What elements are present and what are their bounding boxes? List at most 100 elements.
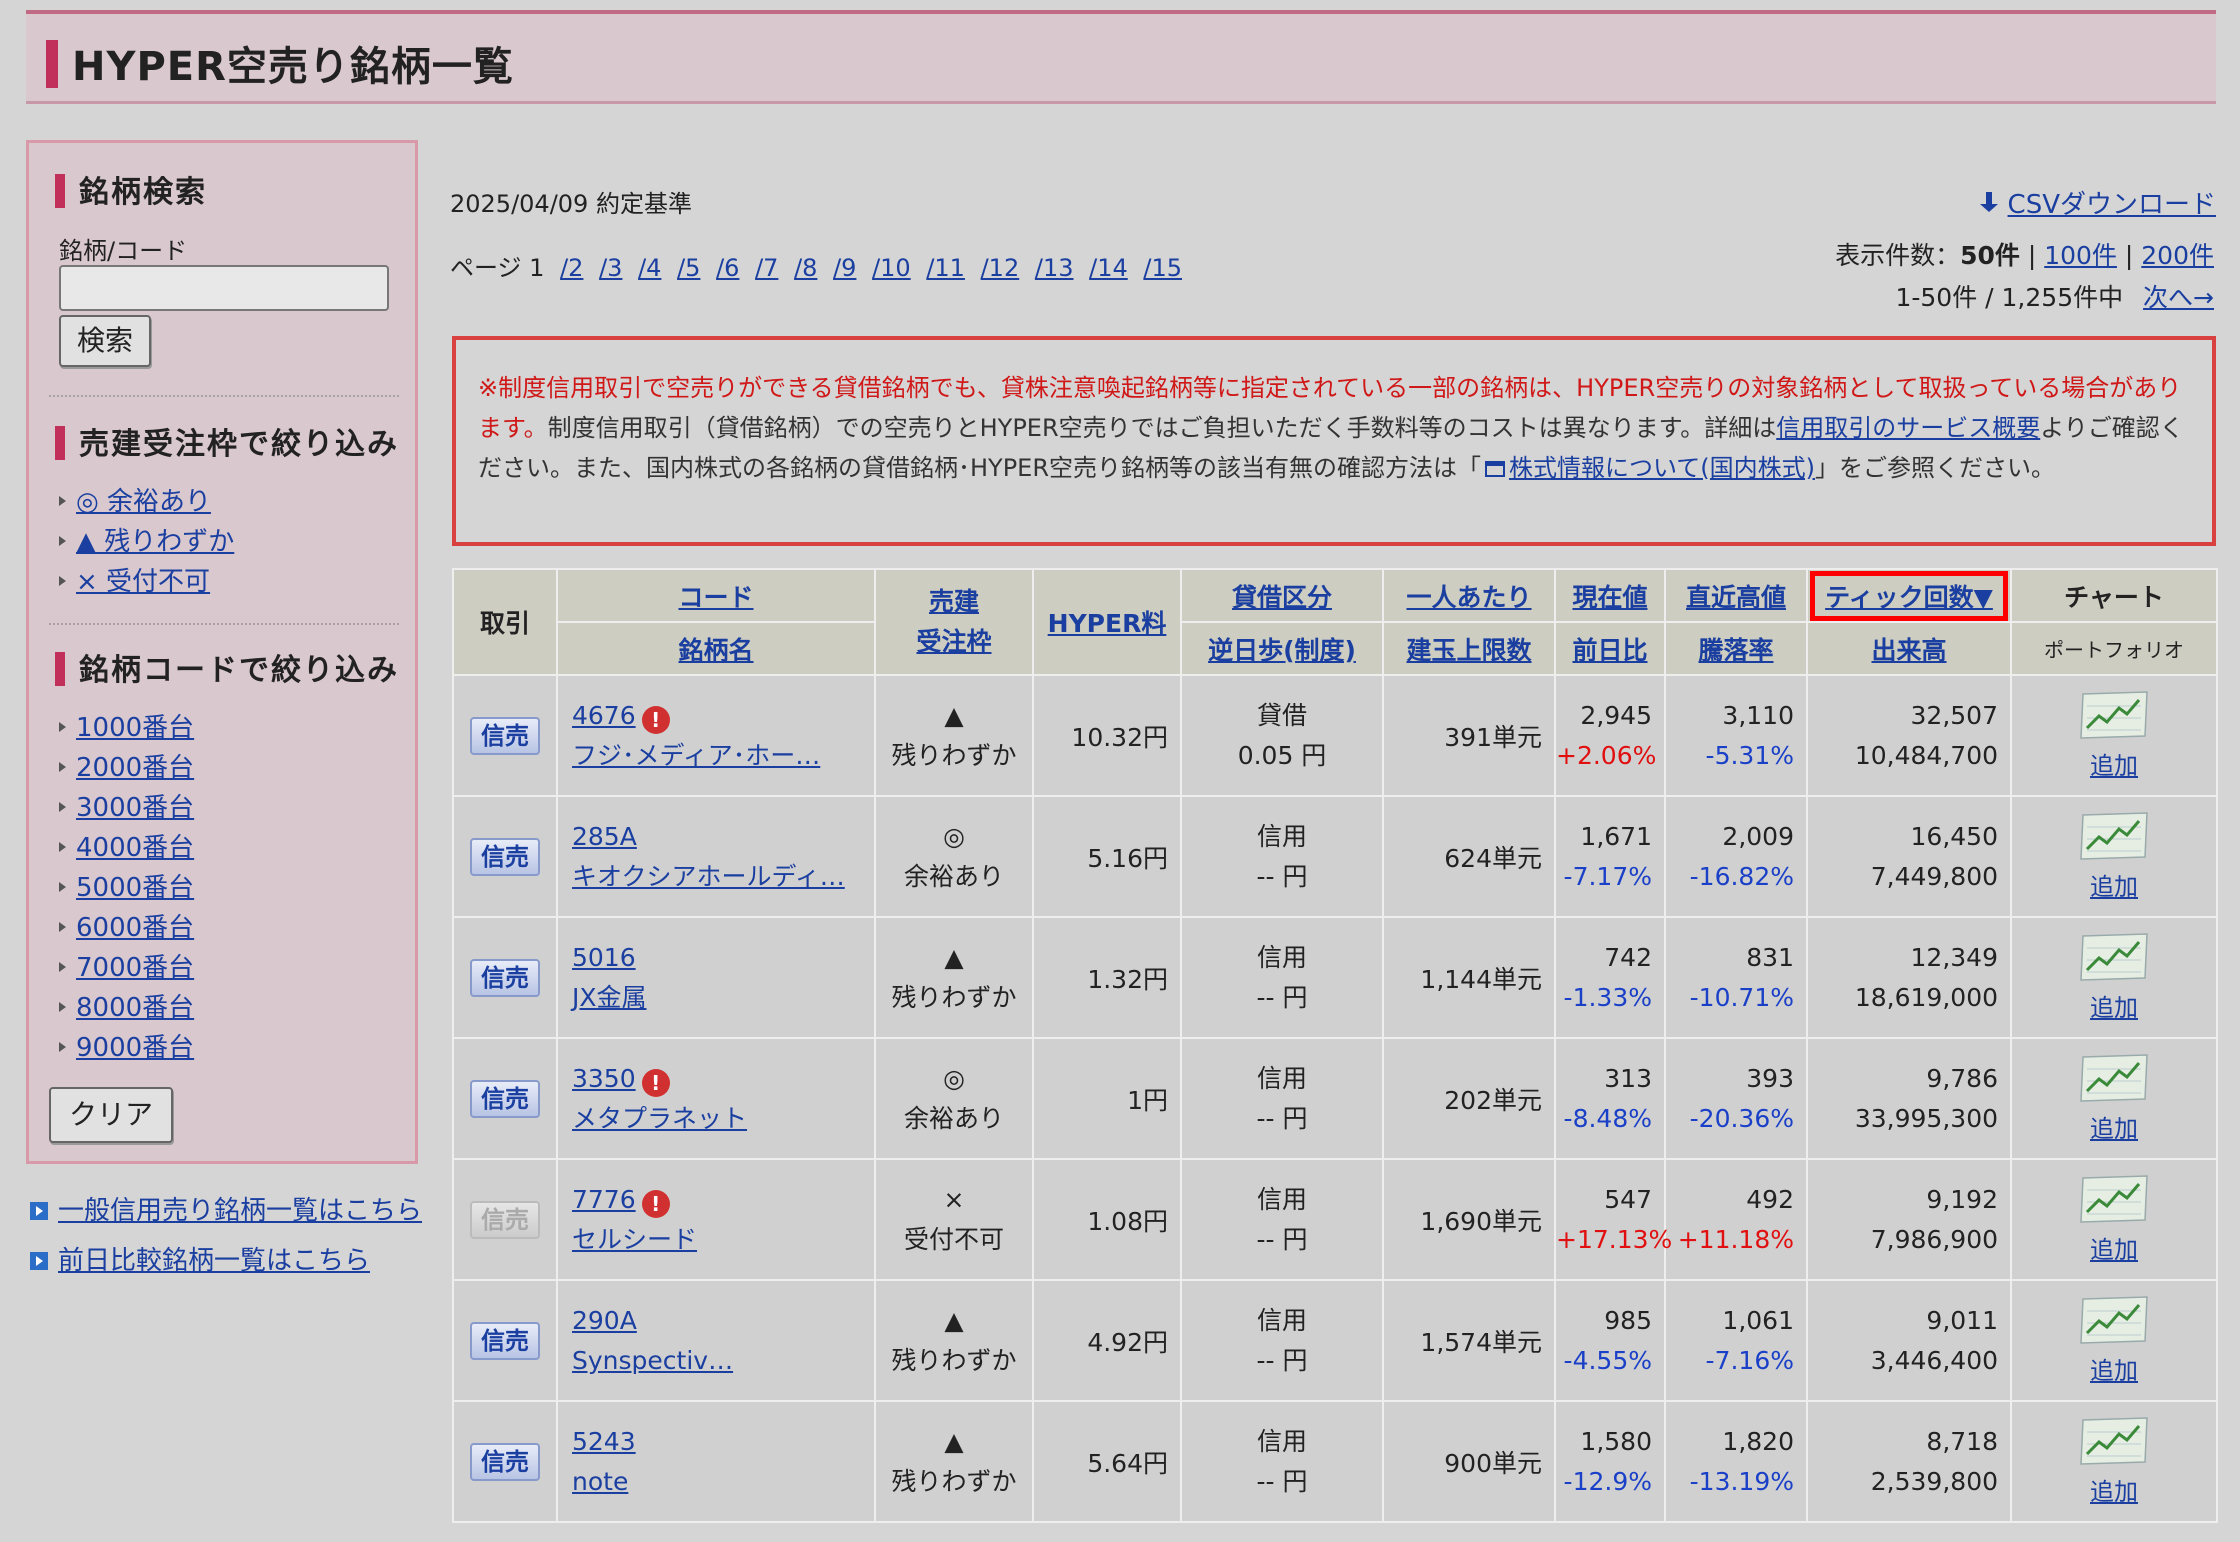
- filter-uketsukefuka[interactable]: × 受付不可: [59, 561, 210, 598]
- filter-code-8000[interactable]: 8000番台: [59, 987, 194, 1024]
- page-link-10[interactable]: /10: [872, 254, 911, 282]
- page-link-7[interactable]: /7: [755, 254, 778, 282]
- stock-name-link[interactable]: フジ･メディア･ホー…: [572, 741, 820, 770]
- page-link-5[interactable]: /5: [677, 254, 700, 282]
- header-volume[interactable]: 出来高: [1806, 621, 2012, 676]
- stock-name-link[interactable]: セルシード: [572, 1225, 697, 1254]
- filter-code-7000[interactable]: 7000番台: [59, 947, 194, 984]
- stock-name-link[interactable]: note: [572, 1467, 628, 1496]
- search-button[interactable]: 検索: [59, 315, 151, 367]
- chart-icon[interactable]: [2077, 932, 2151, 982]
- header-trade: 取引: [452, 568, 558, 676]
- page-link-9[interactable]: /9: [833, 254, 856, 282]
- header-tick-count[interactable]: ティック回数▼: [1806, 568, 2012, 623]
- stock-code-link[interactable]: 5243: [572, 1427, 636, 1456]
- page-link-13[interactable]: /13: [1035, 254, 1074, 282]
- per-page-100-link[interactable]: 100件: [2044, 241, 2117, 270]
- stock-code-link[interactable]: 4676: [572, 701, 636, 730]
- bullet-icon: [59, 1042, 66, 1052]
- filter-code-6000[interactable]: 6000番台: [59, 907, 194, 944]
- header-code[interactable]: コード: [556, 568, 876, 623]
- filter-code-9000[interactable]: 9000番台: [59, 1027, 194, 1064]
- page-link-11[interactable]: /11: [926, 254, 965, 282]
- add-portfolio-link[interactable]: 追加: [2090, 1478, 2138, 1506]
- header-per-person[interactable]: 一人あたり: [1382, 568, 1556, 623]
- stock-name-link[interactable]: キオクシアホールディ…: [572, 862, 845, 891]
- header-sell-quota[interactable]: 売建 受注枠: [874, 568, 1034, 676]
- tick-cell: 12,349 18,619,000: [1806, 916, 2012, 1039]
- header-lend-type[interactable]: 貸借区分: [1180, 568, 1384, 623]
- bullet-icon: [59, 576, 66, 586]
- header-position-limit[interactable]: 建玉上限数: [1382, 621, 1556, 676]
- quota-mark: ▲: [944, 1305, 964, 1335]
- stock-code-link[interactable]: 7776: [572, 1185, 636, 1214]
- heading-accent-bar: [55, 652, 65, 686]
- csv-download-link[interactable]: CSVダウンロード: [1979, 184, 2216, 221]
- chart-icon[interactable]: [2077, 690, 2151, 740]
- per-page-200-link[interactable]: 200件: [2141, 241, 2214, 270]
- stock-name-link[interactable]: メタプラネット: [572, 1104, 747, 1133]
- stock-code-link[interactable]: 285A: [572, 822, 637, 851]
- notice-text: 」をご参照ください。: [1815, 454, 2056, 482]
- previous-day-compare-link[interactable]: 前日比較銘柄一覧はこちら: [30, 1240, 370, 1277]
- general-credit-sell-link[interactable]: 一般信用売り銘柄一覧はこちら: [30, 1190, 422, 1227]
- sell-quota-cell: ▲ 残りわずか: [874, 1400, 1034, 1523]
- chart-cell: 追加: [2010, 916, 2218, 1039]
- page-link-15[interactable]: /15: [1143, 254, 1182, 282]
- add-portfolio-link[interactable]: 追加: [2090, 1236, 2138, 1264]
- header-name[interactable]: 銘柄名: [556, 621, 876, 676]
- add-portfolio-link[interactable]: 追加: [2090, 1357, 2138, 1385]
- page-link-8[interactable]: /8: [794, 254, 817, 282]
- add-portfolio-link[interactable]: 追加: [2090, 994, 2138, 1022]
- page-link-14[interactable]: /14: [1089, 254, 1128, 282]
- credit-sell-button[interactable]: 信売: [470, 716, 540, 755]
- stock-info-link[interactable]: 株式情報について(国内株式): [1509, 454, 1815, 482]
- filter-code-2000[interactable]: 2000番台: [59, 747, 194, 784]
- page-link-2[interactable]: /2: [560, 254, 583, 282]
- stock-code-link[interactable]: 3350: [572, 1064, 636, 1093]
- add-portfolio-link[interactable]: 追加: [2090, 752, 2138, 780]
- header-price[interactable]: 現在値: [1554, 568, 1666, 623]
- add-portfolio-link[interactable]: 追加: [2090, 873, 2138, 901]
- chart-icon[interactable]: [2077, 1416, 2151, 1466]
- filter-code-5000[interactable]: 5000番台: [59, 867, 194, 904]
- result-range: 1-50件 / 1,255件中 次へ→: [1895, 278, 2214, 314]
- recent-high: 1,820: [1722, 1426, 1794, 1456]
- stock-code-link[interactable]: 5016: [572, 943, 636, 972]
- page-link-6[interactable]: /6: [716, 254, 739, 282]
- stock-code-link[interactable]: 290A: [572, 1306, 637, 1335]
- page-link-4[interactable]: /4: [638, 254, 661, 282]
- credit-sell-button[interactable]: 信売: [470, 1200, 540, 1239]
- header-recent-high[interactable]: 直近高値: [1664, 568, 1808, 623]
- chart-icon[interactable]: [2077, 1295, 2151, 1345]
- chart-icon[interactable]: [2077, 1053, 2151, 1103]
- credit-sell-button[interactable]: 信売: [470, 1442, 540, 1481]
- code-search-input[interactable]: [59, 265, 389, 311]
- chart-icon[interactable]: [2077, 1174, 2151, 1224]
- chart-icon[interactable]: [2077, 811, 2151, 861]
- page-link-12[interactable]: /12: [981, 254, 1020, 282]
- filter-code-4000[interactable]: 4000番台: [59, 827, 194, 864]
- add-portfolio-link[interactable]: 追加: [2090, 1115, 2138, 1143]
- credit-sell-button[interactable]: 信売: [470, 1321, 540, 1360]
- page-link-3[interactable]: /3: [599, 254, 622, 282]
- credit-sell-button[interactable]: 信売: [470, 958, 540, 997]
- credit-sell-button[interactable]: 信売: [470, 837, 540, 876]
- credit-service-link[interactable]: 信用取引のサービス概要: [1776, 414, 2040, 442]
- stock-name-link[interactable]: JX金属: [572, 983, 647, 1012]
- header-drop-rate[interactable]: 騰落率: [1664, 621, 1808, 676]
- price-cell: 985 -4.55%: [1554, 1279, 1666, 1402]
- filter-nokoriwazuka[interactable]: ▲ 残りわずか: [59, 521, 234, 558]
- header-change[interactable]: 前日比: [1554, 621, 1666, 676]
- clear-button[interactable]: クリア: [49, 1087, 173, 1143]
- chart-cell: 追加: [2010, 1400, 2218, 1523]
- filter-code-1000[interactable]: 1000番台: [59, 707, 194, 744]
- header-hyper-fee[interactable]: HYPER料: [1032, 568, 1182, 676]
- credit-sell-button[interactable]: 信売: [470, 1079, 540, 1118]
- header-reverse-rate[interactable]: 逆日歩(制度): [1180, 621, 1384, 676]
- filter-yoyuari[interactable]: ◎ 余裕あり: [59, 481, 211, 518]
- recent-high: 831: [1746, 942, 1794, 972]
- filter-code-3000[interactable]: 3000番台: [59, 787, 194, 824]
- next-page-link[interactable]: 次へ→: [2143, 283, 2214, 312]
- stock-name-link[interactable]: Synspectiv…: [572, 1346, 733, 1375]
